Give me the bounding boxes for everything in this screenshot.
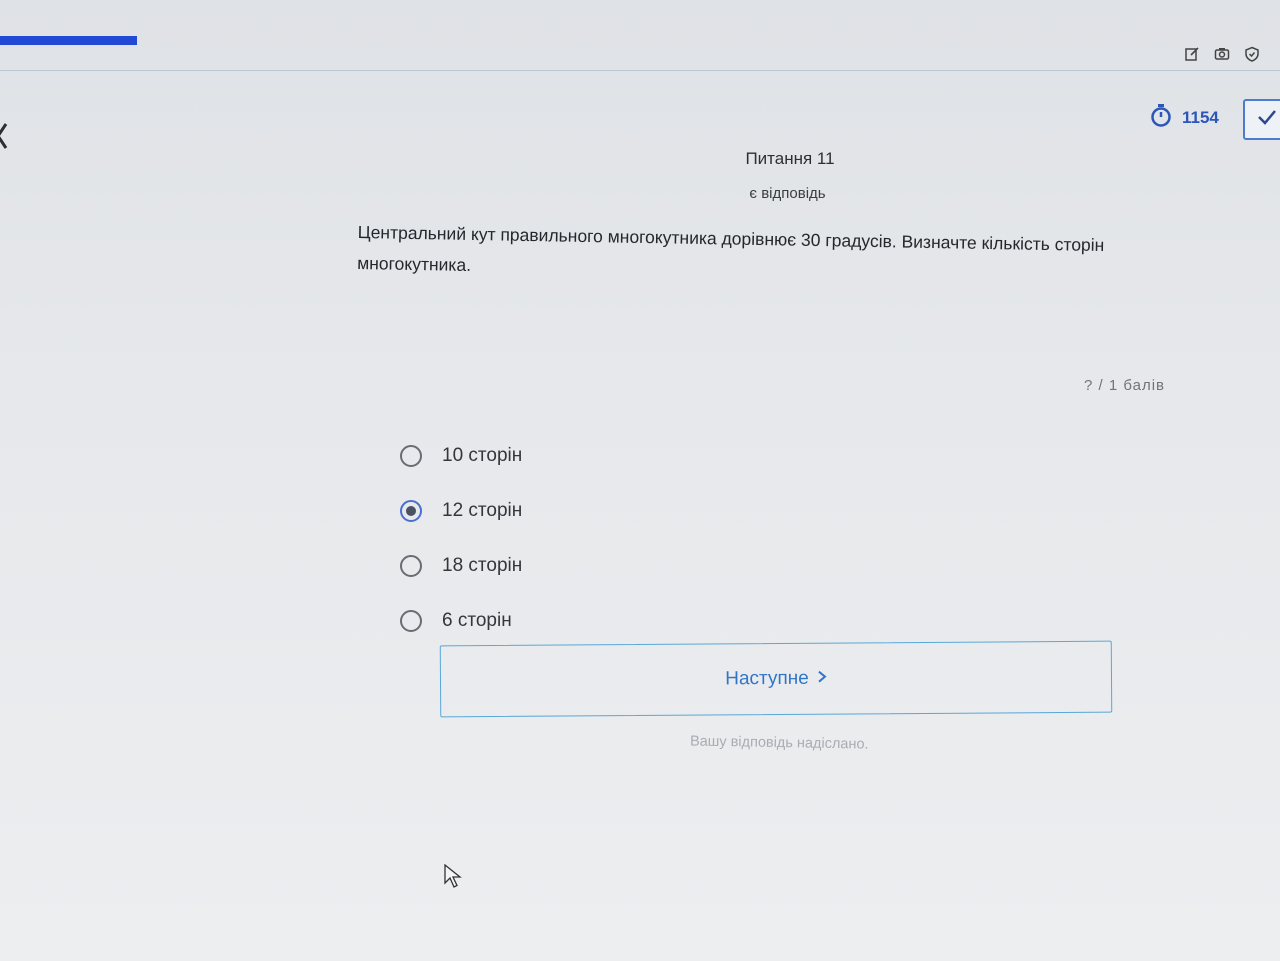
edit-icon[interactable]	[1184, 46, 1200, 62]
back-chevron-icon[interactable]	[0, 122, 10, 150]
option-label: 18 сторін	[442, 554, 523, 576]
radio-button[interactable]	[400, 609, 422, 632]
question-text: Центральний кут правильного многокутника…	[357, 221, 1105, 275]
chevron-right-icon	[817, 668, 827, 690]
option-label: 12 сторін	[442, 499, 523, 521]
next-button[interactable]: Наступне	[439, 640, 1113, 718]
answer-options: 10 сторін 12 сторін 18 сторін 6 сторін	[400, 428, 522, 648]
option-12-sides[interactable]: 12 сторін	[400, 483, 522, 538]
top-bar	[0, 0, 1280, 71]
stopwatch-icon	[1150, 103, 1172, 132]
submitted-message: Вашу відповідь надіслано.	[689, 733, 869, 753]
option-label: 6 сторін	[442, 609, 512, 631]
progress-bar	[0, 36, 137, 45]
finish-button[interactable]	[1243, 99, 1280, 140]
next-label: Наступне	[725, 667, 809, 690]
radio-button[interactable]	[400, 444, 422, 467]
next-button-content: Наступне	[725, 668, 827, 691]
shield-icon[interactable]	[1244, 46, 1260, 62]
radio-button-selected[interactable]	[400, 499, 422, 522]
question-title: Питання 11	[745, 149, 835, 168]
mouse-cursor-icon	[444, 863, 462, 893]
question-status: є відповідь	[749, 185, 826, 202]
timer: 1154	[1150, 103, 1219, 132]
toolbar-icons	[1184, 46, 1260, 62]
checkmark-icon	[1257, 109, 1277, 130]
option-label: 10 сторін	[442, 444, 523, 466]
option-6-sides[interactable]: 6 сторін	[400, 593, 522, 648]
option-18-sides[interactable]: 18 сторін	[400, 538, 522, 593]
option-10-sides[interactable]: 10 сторін	[400, 428, 522, 483]
camera-icon[interactable]	[1214, 46, 1230, 62]
timer-value: 1154	[1182, 107, 1219, 127]
score-label: ? / 1 балів	[1084, 377, 1165, 394]
radio-button[interactable]	[400, 554, 422, 577]
